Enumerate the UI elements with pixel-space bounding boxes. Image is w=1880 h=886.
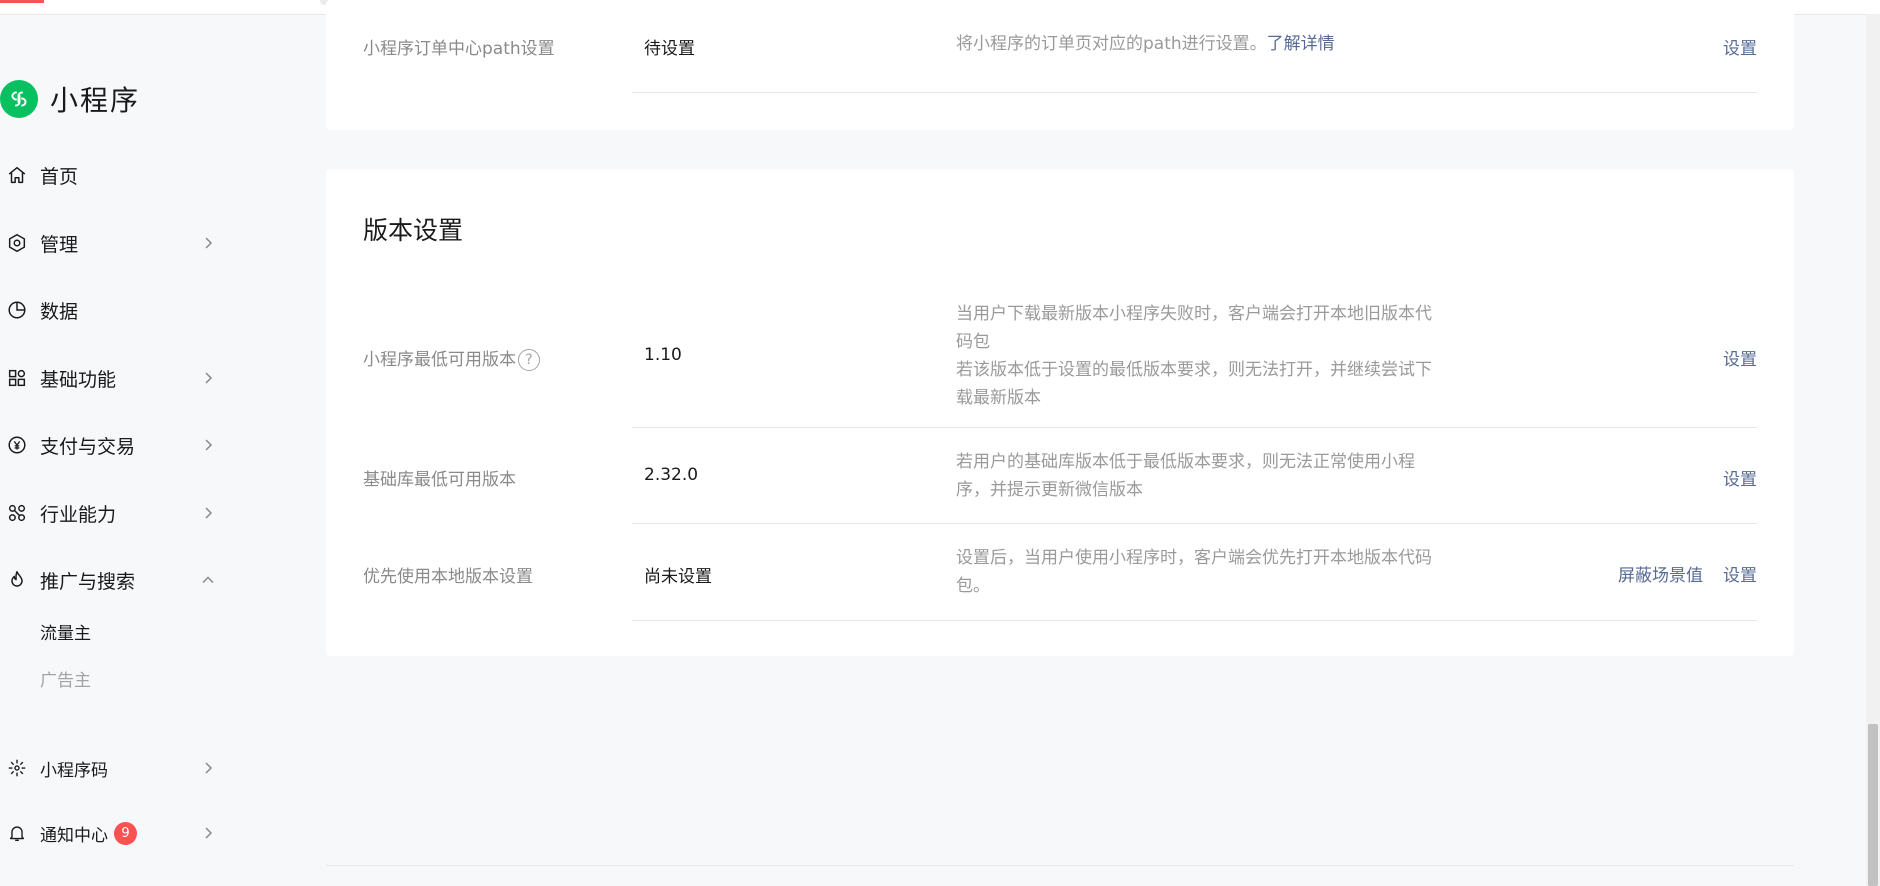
row-label: 优先使用本地版本设置 [363, 567, 533, 587]
chevron-right-icon [196, 821, 220, 845]
chevron-right-icon [196, 366, 220, 390]
sidebar-item-label: 管理 [40, 233, 79, 256]
row-description: 若用户的基础库版本低于最低版本要求，则无法正常使用小程 序，并提示更新微信版本 [956, 448, 1456, 504]
sidebar-item-data[interactable]: 数据 [0, 290, 220, 330]
row-divider [632, 92, 1757, 93]
local-version-row: 优先使用本地版本设置 尚未设置 设置后，当用户使用小程序时，客户端会优先打开本地… [326, 524, 1794, 621]
chevron-right-icon [196, 501, 220, 525]
brand-name: 小程序 [50, 84, 141, 117]
set-button[interactable]: 设置 [1723, 34, 1757, 59]
qrcode-burst-icon [5, 756, 29, 780]
sidebar-item-industry[interactable]: 行业能力 [0, 493, 220, 533]
sidebar-subitem-advertiser[interactable]: 广告主 [40, 666, 91, 691]
brand[interactable]: 小程序 [0, 76, 140, 122]
chevron-right-icon [196, 231, 220, 255]
home-icon [5, 163, 29, 187]
sidebar-item-qrcode[interactable]: 小程序码 [0, 748, 220, 788]
desc-line: 设置后，当用户使用小程序时，客户端会优先打开本地版本代码 [956, 548, 1432, 568]
min-version-row: 小程序最低可用版本? 1.10 当用户下载最新版本小程序失败时，客户端会打开本地… [326, 286, 1794, 428]
bell-icon [5, 821, 29, 845]
section-title: 版本设置 [363, 216, 464, 245]
row-label: 小程序最低可用版本? [363, 345, 540, 371]
order-path-row: 小程序订单中心path设置 待设置 将小程序的订单页对应的path进行设置。了解… [326, 0, 1794, 93]
pie-chart-icon [5, 298, 29, 322]
sidebar-item-label: 数据 [40, 300, 79, 323]
row-label-text: 小程序最低可用版本 [363, 350, 516, 370]
sidebar-item-payment[interactable]: 支付与交易 [0, 425, 220, 465]
sidebar-item-label: 首页 [40, 165, 79, 188]
row-description: 将小程序的订单页对应的path进行设置。了解详情 [956, 30, 1456, 58]
row-actions: 设置 [1723, 465, 1757, 490]
sidebar-item-label: 行业能力 [40, 503, 117, 526]
block-scene-button[interactable]: 屏蔽场景值 [1618, 561, 1703, 586]
top-accent [0, 0, 44, 3]
help-question-icon[interactable]: ? [518, 349, 540, 371]
flame-icon [5, 568, 29, 592]
row-value: 待设置 [644, 39, 695, 59]
desc-line: 载最新版本 [956, 388, 1041, 408]
sidebar-item-promotion[interactable]: 推广与搜索 [0, 560, 220, 600]
sidebar-item-label: 推广与搜索 [40, 570, 136, 593]
learn-more-link[interactable]: 了解详情 [1267, 34, 1335, 54]
desc-line: 当用户下载最新版本小程序失败时，客户端会打开本地旧版本代 [956, 304, 1432, 324]
sidebar-item-label: 通知中心 [40, 825, 108, 846]
sidebar-item-basic-functions[interactable]: 基础功能 [0, 358, 220, 398]
version-settings-card: 版本设置 小程序最低可用版本? 1.10 当用户下载最新版本小程序失败时，客户端… [326, 169, 1794, 656]
set-button[interactable]: 设置 [1723, 465, 1757, 490]
row-actions: 屏蔽场景值 设置 [1618, 561, 1757, 586]
row-divider [632, 620, 1757, 621]
row-value: 2.32.0 [644, 465, 699, 485]
scrollbar-thumb[interactable] [1868, 724, 1878, 886]
sidebar: 小程序 首页 管理 数据 基础功能 支付与交易 行业能力 推广与搜索 流量主 广… [0, 14, 240, 886]
miniprogram-logo-icon [0, 80, 38, 118]
order-path-card: 小程序订单中心path设置 待设置 将小程序的订单页对应的path进行设置。了解… [326, 0, 1794, 130]
row-description: 当用户下载最新版本小程序失败时，客户端会打开本地旧版本代 码包 若该版本低于设置… [956, 300, 1456, 412]
row-description-text: 将小程序的订单页对应的path进行设置。 [956, 34, 1267, 54]
sidebar-item-label: 支付与交易 [40, 435, 136, 458]
row-value: 尚未设置 [644, 567, 712, 587]
desc-line: 包。 [956, 576, 990, 596]
sidebar-item-label: 基础功能 [40, 368, 117, 391]
row-description: 设置后，当用户使用小程序时，客户端会优先打开本地版本代码 包。 [956, 544, 1456, 600]
notification-count-badge: 9 [114, 821, 137, 845]
row-actions: 设置 [1723, 345, 1757, 370]
footer-divider [326, 865, 1794, 866]
chevron-up-icon [196, 568, 220, 592]
sidebar-item-notifications[interactable]: 通知中心 9 [0, 813, 220, 853]
grid-icon [5, 366, 29, 390]
row-label: 小程序订单中心path设置 [363, 39, 555, 59]
min-library-row: 基础库最低可用版本 2.32.0 若用户的基础库版本低于最低版本要求，则无法正常… [326, 428, 1794, 524]
set-button[interactable]: 设置 [1723, 561, 1757, 586]
sidebar-item-home[interactable]: 首页 [0, 155, 220, 195]
row-label: 基础库最低可用版本 [363, 470, 516, 490]
desc-line: 码包 [956, 332, 990, 352]
desc-line: 若用户的基础库版本低于最低版本要求，则无法正常使用小程 [956, 452, 1415, 472]
sidebar-item-label: 小程序码 [40, 760, 108, 781]
yen-icon [5, 433, 29, 457]
nodes-icon [5, 501, 29, 525]
desc-line: 序，并提示更新微信版本 [956, 480, 1143, 500]
chevron-right-icon [196, 433, 220, 457]
hexagon-icon [5, 231, 29, 255]
desc-line: 若该版本低于设置的最低版本要求，则无法打开，并继续尝试下 [956, 360, 1432, 380]
set-button[interactable]: 设置 [1723, 345, 1757, 370]
sidebar-subitem-traffic-owner[interactable]: 流量主 [40, 619, 91, 644]
row-actions: 设置 [1723, 34, 1757, 59]
sidebar-item-manage[interactable]: 管理 [0, 223, 220, 263]
chevron-right-icon [196, 756, 220, 780]
row-value: 1.10 [644, 345, 682, 365]
